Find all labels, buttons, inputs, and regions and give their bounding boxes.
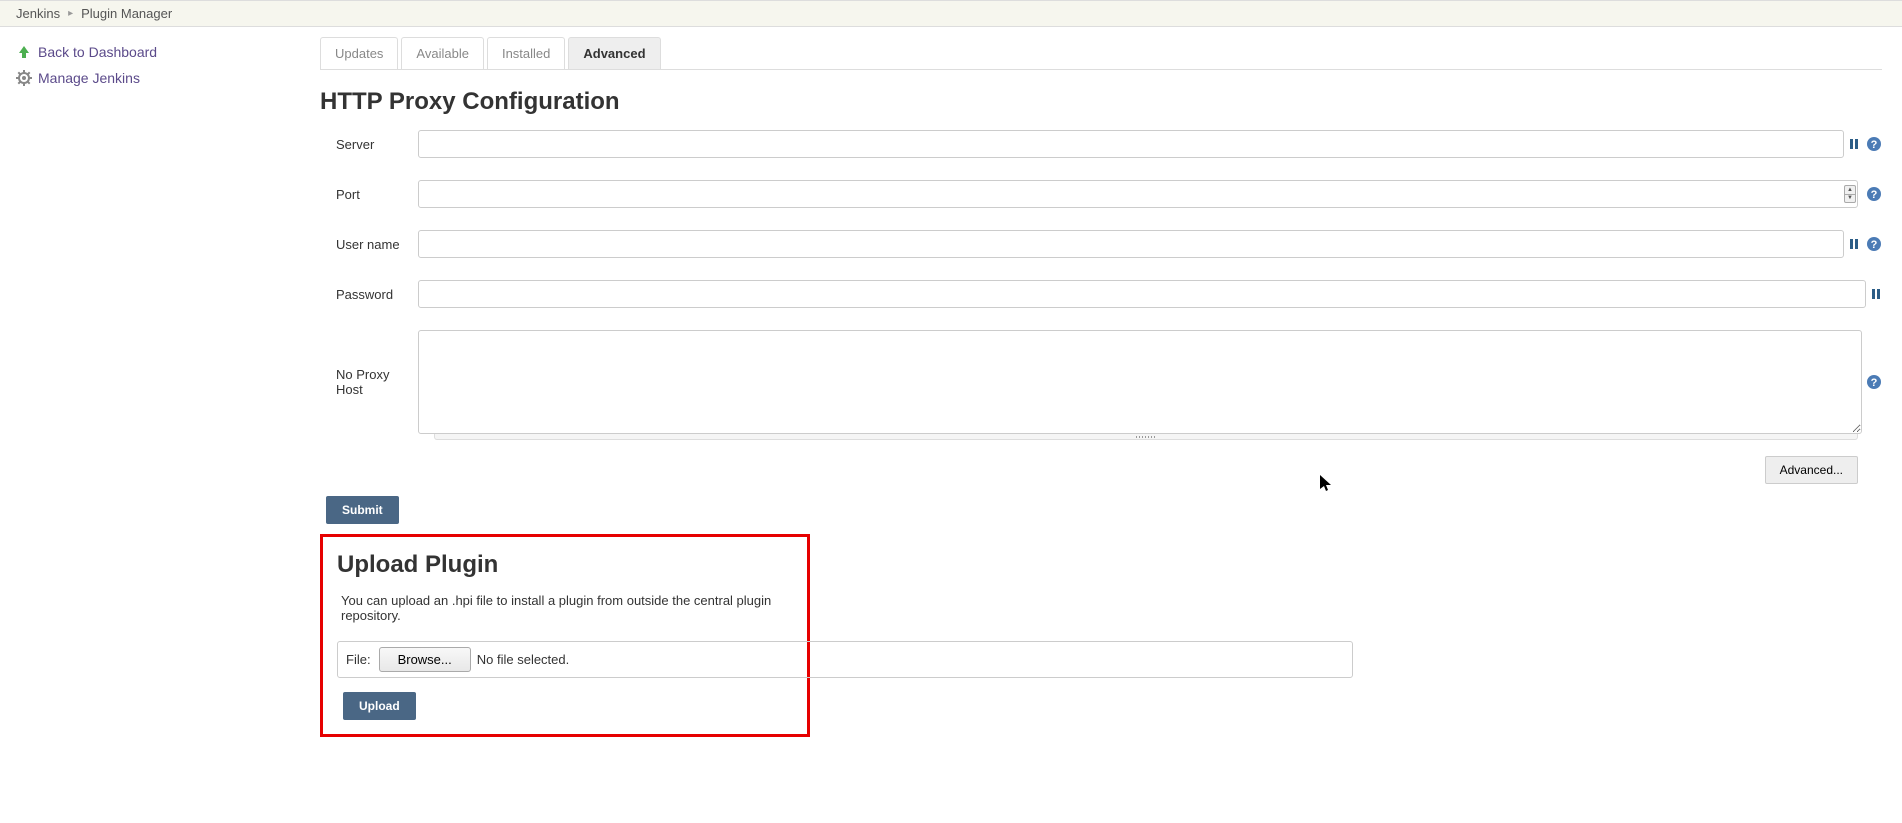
help-icon[interactable]: ?	[1866, 236, 1882, 252]
main-content: Updates Available Installed Advanced HTT…	[310, 27, 1902, 757]
label-noproxy: No Proxy Host	[320, 367, 418, 397]
breadcrumb: Jenkins ▸ Plugin Manager	[0, 0, 1902, 27]
tab-installed[interactable]: Installed	[487, 37, 565, 69]
submit-button[interactable]: Submit	[326, 496, 399, 524]
field-action-icon[interactable]	[1870, 287, 1882, 301]
upload-section-highlighted: Upload Plugin You can upload an .hpi fil…	[320, 534, 810, 737]
sidebar-item-manage[interactable]: Manage Jenkins	[0, 65, 310, 91]
help-icon[interactable]: ?	[1866, 374, 1882, 390]
row-port: Port ▲▼ ?	[320, 180, 1882, 208]
svg-text:?: ?	[1871, 239, 1878, 251]
field-action-icon[interactable]	[1848, 237, 1860, 251]
sidebar-manage-label: Manage Jenkins	[38, 70, 140, 86]
advanced-button[interactable]: Advanced...	[1765, 456, 1858, 484]
input-password[interactable]	[418, 280, 1866, 308]
label-port: Port	[320, 187, 418, 202]
textarea-resize-handle[interactable]	[434, 434, 1858, 440]
input-server[interactable]	[418, 130, 1844, 158]
sidebar-item-back[interactable]: Back to Dashboard	[0, 39, 310, 65]
field-action-icon[interactable]	[1848, 137, 1860, 151]
help-icon[interactable]: ?	[1866, 136, 1882, 152]
sidebar-back-label: Back to Dashboard	[38, 44, 157, 60]
row-server: Server ?	[320, 130, 1882, 158]
number-spinner-icon[interactable]: ▲▼	[1844, 185, 1856, 203]
breadcrumb-root[interactable]: Jenkins	[16, 6, 60, 21]
input-username[interactable]	[418, 230, 1844, 258]
label-password: Password	[320, 287, 418, 302]
tab-updates[interactable]: Updates	[320, 37, 398, 69]
row-password: Password	[320, 280, 1882, 308]
file-input-row: File: Browse... No file selected.	[337, 641, 1353, 678]
up-arrow-icon	[16, 44, 32, 60]
svg-text:?: ?	[1871, 189, 1878, 201]
file-status-text: No file selected.	[477, 652, 570, 667]
textarea-noproxy[interactable]	[418, 330, 1862, 434]
help-icon[interactable]: ?	[1866, 186, 1882, 202]
input-port[interactable]	[418, 180, 1858, 208]
upload-title: Upload Plugin	[337, 551, 793, 579]
row-username: User name ?	[320, 230, 1882, 258]
label-server: Server	[320, 137, 418, 152]
upload-button[interactable]: Upload	[343, 692, 416, 720]
tab-advanced[interactable]: Advanced	[568, 37, 660, 69]
tab-available[interactable]: Available	[401, 37, 484, 69]
file-label: File:	[346, 652, 371, 667]
svg-text:?: ?	[1871, 377, 1878, 389]
breadcrumb-current[interactable]: Plugin Manager	[81, 6, 172, 21]
row-noproxy: No Proxy Host ?	[320, 330, 1882, 434]
proxy-title: HTTP Proxy Configuration	[320, 88, 1882, 116]
gear-icon	[16, 70, 32, 86]
chevron-right-icon: ▸	[68, 8, 73, 19]
label-username: User name	[320, 237, 418, 252]
sidebar: Back to Dashboard Manage Jenkins	[0, 27, 310, 757]
tabs: Updates Available Installed Advanced	[320, 37, 1882, 70]
svg-text:?: ?	[1871, 139, 1878, 151]
browse-button[interactable]: Browse...	[379, 647, 471, 672]
upload-description: You can upload an .hpi file to install a…	[341, 593, 793, 623]
